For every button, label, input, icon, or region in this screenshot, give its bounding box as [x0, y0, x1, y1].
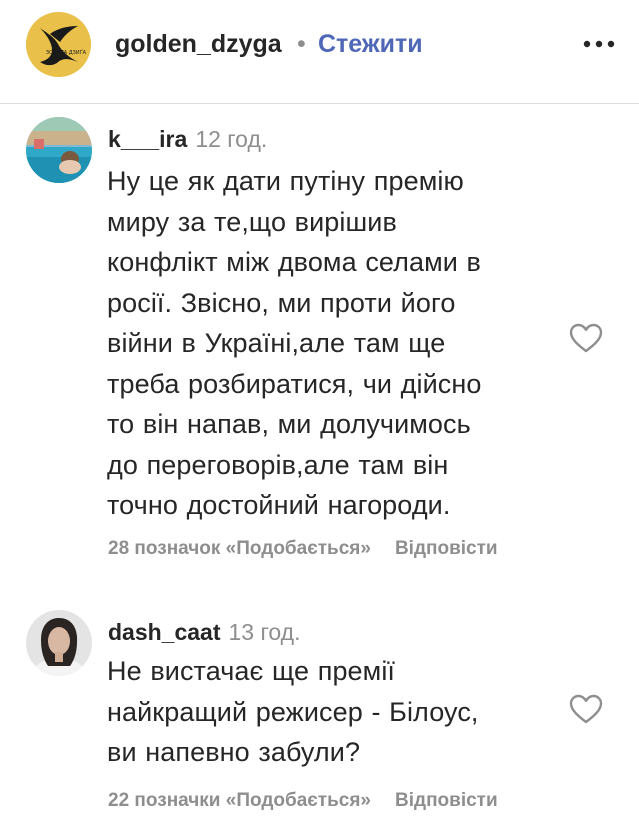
post-header: ЗОЛОТА ДЗИҐА golden_dzyga • Стежити — [0, 0, 639, 104]
golden-dzyga-logo-icon: ЗОЛОТА ДЗИҐА — [26, 12, 91, 77]
comment-text-line: треба розбиратися, чи дійсно — [107, 368, 482, 399]
comment-text-line: конфлікт між двома селами в — [107, 247, 481, 277]
reply-button[interactable]: Відповісти — [395, 790, 498, 811]
comment-time[interactable]: 13 год. — [229, 619, 301, 645]
comment-text-line: миру за те,що вирішив — [107, 206, 397, 237]
comment-text-line: ви напевно забули? — [107, 737, 361, 767]
avatar-photo-pool-icon — [26, 117, 92, 183]
comment-text-line: точно достойний нагороди. — [107, 490, 451, 520]
more-options-button[interactable] — [579, 26, 619, 62]
comment-actions: 22 позначки «Подобається» Відповісти — [108, 790, 498, 812]
like-comment-button[interactable] — [568, 322, 604, 354]
heart-outline-icon — [569, 323, 603, 353]
like-comment-button[interactable] — [568, 693, 604, 725]
comment-text-line: до переговорів,але там він — [107, 449, 449, 480]
comment-text-line: Не вистачає ще премії — [107, 656, 396, 686]
comment-meta: dash_caat 13 год. — [108, 619, 300, 646]
comment-time[interactable]: 12 год. — [195, 126, 267, 152]
likes-count-link[interactable]: 28 позначок «Подобається» — [108, 538, 371, 559]
account-avatar-logo[interactable]: ЗОЛОТА ДЗИҐА — [26, 12, 91, 77]
reply-button[interactable]: Відповісти — [395, 538, 498, 559]
svg-text:ЗОЛОТА ДЗИҐА: ЗОЛОТА ДЗИҐА — [46, 49, 87, 56]
more-horizontal-icon — [583, 40, 615, 48]
commenter-avatar[interactable] — [26, 117, 92, 183]
follow-button[interactable]: Стежити — [318, 30, 423, 59]
comment-text-line: війни в Україні,але там ще — [107, 328, 446, 358]
header-username[interactable]: golden_dzyga — [115, 30, 282, 59]
heart-outline-icon — [569, 694, 603, 724]
comment-text: Ну це як дати путіну премію миру за те,щ… — [107, 161, 562, 526]
comment-actions: 28 позначок «Подобається» Відповісти — [108, 538, 498, 560]
comment-meta: k___ira 12 год. — [108, 126, 267, 153]
comment-username[interactable]: dash_caat — [108, 619, 221, 645]
comment-text: Не вистачає ще премії найкращий режисер … — [107, 651, 562, 773]
avatar-photo-portrait-icon — [26, 610, 92, 676]
likes-count-link[interactable]: 22 позначки «Подобається» — [108, 790, 371, 811]
header-separator: • — [297, 30, 306, 58]
comment-text-line: Ну це як дати путіну премію — [107, 166, 464, 196]
comment-username[interactable]: k___ira — [108, 126, 187, 152]
comment-text-line: то він напав, ми долучимось — [107, 409, 471, 439]
comment-text-line: найкращий режисер - Білоус, — [107, 696, 479, 727]
comment-text-line: росії. Звісно, ми проти його — [107, 287, 456, 318]
commenter-avatar[interactable] — [26, 610, 92, 676]
